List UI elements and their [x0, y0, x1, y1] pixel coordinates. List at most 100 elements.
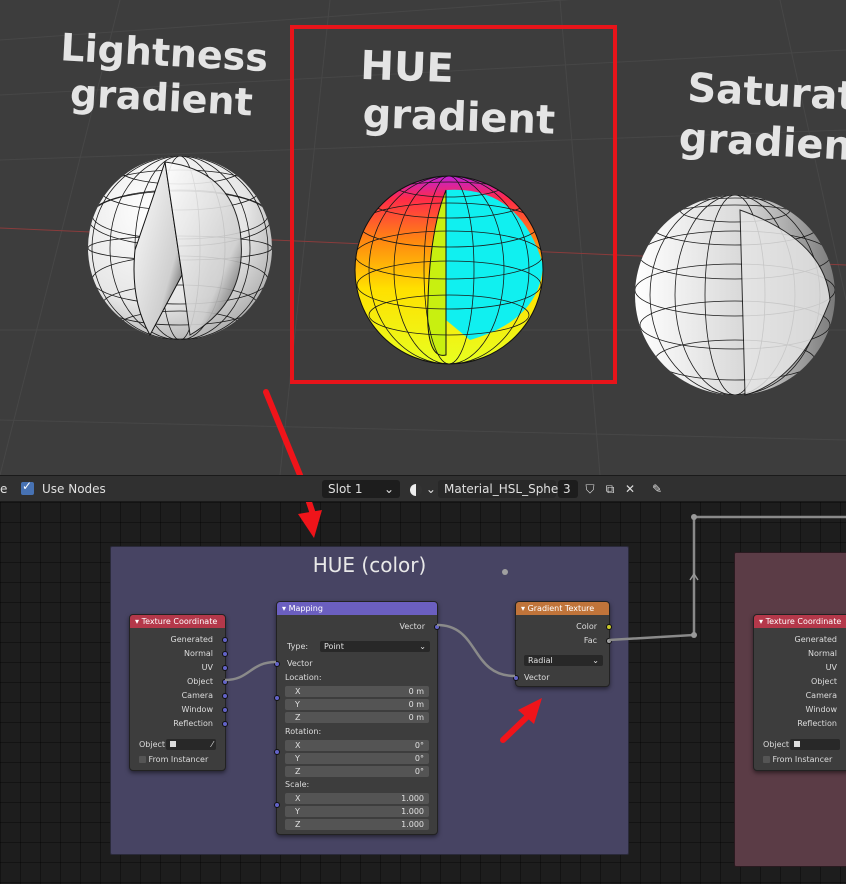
node-texcoord2-header[interactable]: ▾ Texture Coordinate — [754, 615, 846, 628]
wire-direction-icon — [689, 572, 699, 581]
location-x[interactable]: X 0 m — [285, 686, 429, 697]
axis-label: X — [295, 794, 301, 803]
field-value: 0 m — [408, 687, 424, 696]
node-gradient-header[interactable]: ▾ Gradient Texture — [516, 602, 609, 615]
field-value: 0 m — [408, 713, 424, 722]
axis-label: Z — [295, 767, 301, 776]
collapse-triangle-icon[interactable]: ▾ — [521, 604, 525, 613]
output-uv: UV — [201, 663, 213, 672]
socket-generated[interactable] — [222, 637, 228, 643]
field-value: 1.000 — [401, 807, 424, 816]
label-hue-1: HUE — [360, 43, 455, 92]
collapse-triangle-icon[interactable]: ▾ — [759, 617, 763, 626]
gradient-output-fac: Fac — [583, 636, 597, 645]
material-name-field[interactable]: Material_HSL_Sphere — [438, 480, 570, 498]
node-gradient-texture[interactable]: ▾ Gradient Texture Color Fac Radial ⌄ Ve… — [513, 601, 612, 687]
output-camera: Camera — [181, 691, 213, 700]
header-clipped-text: e — [0, 482, 8, 496]
from-instancer-row[interactable]: From Instancer — [754, 754, 846, 766]
scale-y[interactable]: Y 1.000 — [285, 806, 429, 817]
location-z[interactable]: Z 0 m — [285, 712, 429, 723]
axis-label: Y — [295, 754, 300, 763]
socket-mapping-in-vector[interactable] — [274, 661, 280, 667]
red-arrow-upper-head — [298, 510, 322, 538]
axis-label: X — [295, 687, 301, 696]
scale-z[interactable]: Z 1.000 — [285, 819, 429, 830]
axis-label: Y — [295, 700, 300, 709]
output-generated: Generated — [794, 635, 837, 644]
node-editor-canvas[interactable]: HUE (color) ▾ Texture Coordinate Generat… — [0, 502, 846, 884]
axis-label: X — [295, 741, 301, 750]
socket-uv[interactable] — [222, 665, 228, 671]
socket-location[interactable] — [274, 695, 280, 701]
node-texture-coordinate[interactable]: ▾ Texture Coordinate Generated Normal UV… — [129, 614, 228, 771]
label-saturation-1: Saturat — [686, 65, 846, 120]
rotation-y[interactable]: Y 0° — [285, 753, 429, 764]
rotation-label: Rotation: — [285, 727, 322, 736]
node-texcoord-title: Texture Coordinate — [141, 617, 218, 626]
from-instancer-checkbox[interactable] — [763, 756, 770, 763]
socket-gradient-in-vector[interactable] — [513, 675, 519, 681]
type-value: Point — [324, 642, 344, 651]
duplicate-icon[interactable]: ⧉ — [601, 480, 619, 498]
output-uv: UV — [825, 663, 837, 672]
output-camera: Camera — [805, 691, 837, 700]
reroute-node — [691, 632, 697, 638]
use-nodes-checkbox[interactable] — [21, 479, 34, 495]
field-value: 0° — [414, 741, 424, 750]
node-texcoord2-title: Texture Coordinate — [765, 617, 842, 626]
socket-object[interactable] — [222, 679, 228, 685]
lightness-sphere[interactable] — [88, 156, 272, 340]
scale-x[interactable]: X 1.000 — [285, 793, 429, 804]
from-instancer-checkbox[interactable] — [139, 756, 146, 763]
from-instancer-label: From Instancer — [772, 755, 833, 764]
socket-window[interactable] — [222, 707, 228, 713]
rotation-x[interactable]: X 0° — [285, 740, 429, 751]
collapse-triangle-icon[interactable]: ▾ — [282, 604, 286, 613]
axis-label: Z — [295, 820, 301, 829]
node-texture-coordinate-2[interactable]: ▾ Texture Coordinate Generated Normal UV… — [753, 614, 846, 771]
scale-label: Scale: — [285, 780, 310, 789]
location-y[interactable]: Y 0 m — [285, 699, 429, 710]
rotation-z[interactable]: Z 0° — [285, 766, 429, 777]
fake-user-shield-icon[interactable]: ⛉ — [581, 480, 599, 498]
slot-dropdown[interactable]: Slot 1 ⌄ — [322, 480, 400, 498]
socket-camera[interactable] — [222, 693, 228, 699]
node-mapping[interactable]: ▾ Mapping Vector Type: Point ⌄ Vector Lo… — [274, 601, 440, 835]
socket-gradient-color[interactable] — [606, 624, 612, 630]
pin-icon[interactable]: ✎ — [648, 480, 666, 498]
socket-rotation[interactable] — [274, 749, 280, 755]
from-instancer-row[interactable]: From Instancer — [130, 754, 225, 766]
3d-viewport[interactable]: Lightness gradient HUE gradient Saturat … — [0, 0, 846, 475]
socket-scale[interactable] — [274, 802, 280, 808]
gradient-output-color: Color — [576, 622, 597, 631]
close-icon[interactable]: ✕ — [621, 480, 639, 498]
material-browse-button[interactable]: ⌄ — [410, 480, 438, 498]
object-picker[interactable] — [790, 739, 840, 750]
gradient-input-vector: Vector — [524, 673, 550, 682]
socket-normal[interactable] — [222, 651, 228, 657]
object-picker[interactable]: ⁄ — [166, 739, 216, 750]
gradient-type-dropdown[interactable]: Radial ⌄ — [524, 655, 603, 666]
field-value: 0 m — [408, 700, 424, 709]
mapping-input-vector: Vector — [287, 659, 313, 668]
node-mapping-header[interactable]: ▾ Mapping — [277, 602, 437, 615]
user-count[interactable]: 3 — [558, 480, 578, 498]
saturation-sphere[interactable] — [635, 195, 835, 396]
node-texcoord-header[interactable]: ▾ Texture Coordinate — [130, 615, 225, 628]
output-generated: Generated — [170, 635, 213, 644]
socket-mapping-out[interactable] — [434, 624, 440, 630]
field-value: 0° — [414, 754, 424, 763]
collapse-triangle-icon[interactable]: ▾ — [135, 617, 139, 626]
axis-label: Z — [295, 713, 301, 722]
socket-reflection[interactable] — [222, 721, 228, 727]
axis-label: Y — [295, 807, 300, 816]
location-label: Location: — [285, 673, 322, 682]
type-dropdown[interactable]: Point ⌄ — [320, 641, 430, 652]
socket-gradient-fac[interactable] — [606, 638, 612, 644]
field-value: 1.000 — [401, 794, 424, 803]
output-normal: Normal — [184, 649, 213, 658]
chevron-down-icon: ⌄ — [425, 482, 436, 496]
eyedropper-icon[interactable]: ⁄ — [212, 739, 213, 750]
node-editor-header: e Use Nodes Slot 1 ⌄ ⌄ Material_HSL_Sphe… — [0, 475, 846, 502]
